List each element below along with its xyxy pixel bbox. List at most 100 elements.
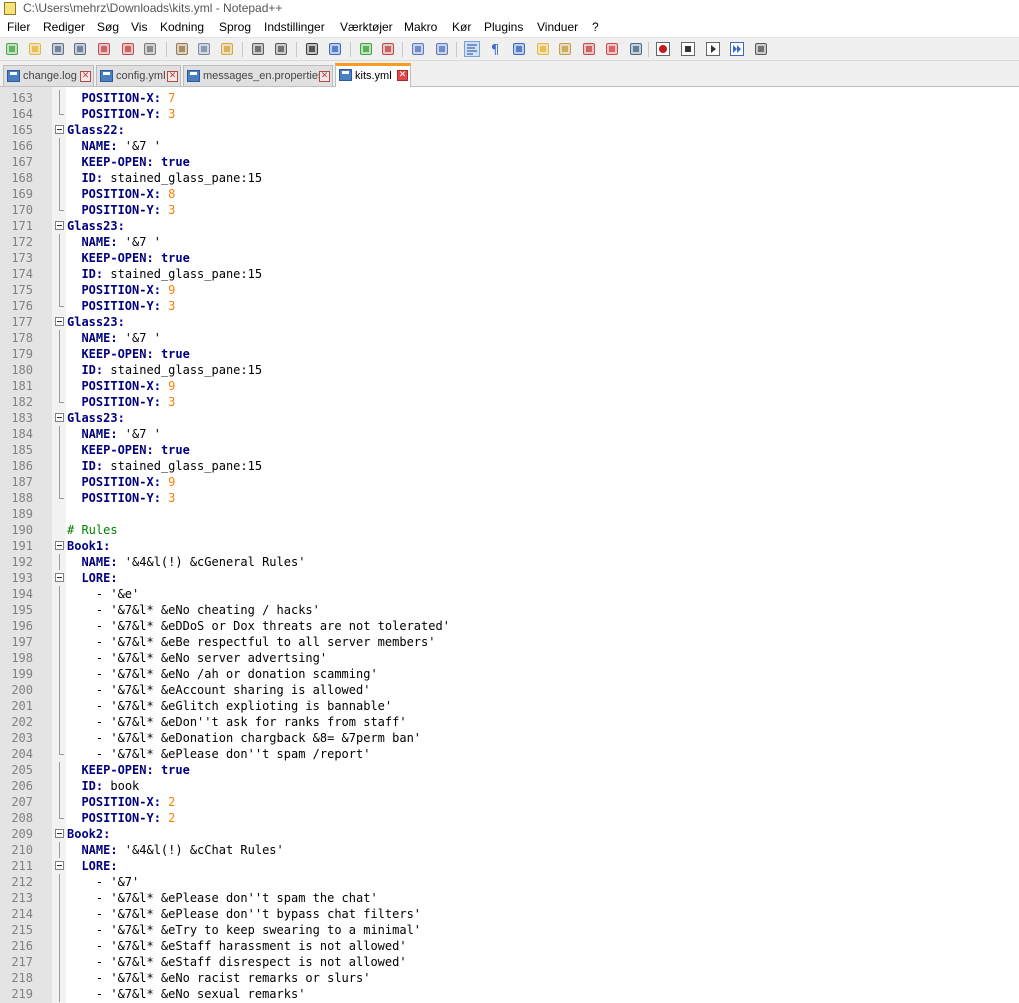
fold-collapse-icon[interactable]	[54, 826, 65, 842]
fold-collapse-icon[interactable]	[54, 314, 65, 330]
sync-horizontal-icon[interactable]	[434, 41, 450, 57]
code-line[interactable]: 217 - '&7&l* &eStaff disrespect is not a…	[0, 954, 1019, 970]
code-line[interactable]: 179 KEEP-OPEN: true	[0, 346, 1019, 362]
code-line[interactable]: 190 # Rules	[0, 522, 1019, 538]
stop-recording-icon[interactable]	[680, 41, 696, 57]
code-line[interactable]: 163 POSITION-X: 7	[0, 90, 1019, 106]
menu-værktøjer[interactable]: Værktøjer	[340, 17, 393, 37]
record-macro-icon[interactable]	[655, 41, 671, 57]
menu-filer[interactable]: Filer	[7, 17, 30, 37]
code-line[interactable]: 166 NAME: '&7 '	[0, 138, 1019, 154]
code-line[interactable]: 170 POSITION-Y: 3	[0, 202, 1019, 218]
show-all-characters-icon[interactable]: ¶	[487, 41, 503, 58]
code-line[interactable]: 186 ID: stained_glass_pane:15	[0, 458, 1019, 474]
monitoring-icon[interactable]	[628, 41, 644, 57]
code-line[interactable]: 218 - '&7&l* &eNo racist remarks or slur…	[0, 970, 1019, 986]
menu-rediger[interactable]: Rediger	[43, 17, 85, 37]
menu-vinduer[interactable]: Vinduer	[537, 17, 578, 37]
code-line[interactable]: 182 POSITION-Y: 3	[0, 394, 1019, 410]
code-line[interactable]: 183 Glass23:	[0, 410, 1019, 426]
word-wrap-icon[interactable]	[464, 41, 480, 57]
code-line[interactable]: 176 POSITION-Y: 3	[0, 298, 1019, 314]
code-line[interactable]: 208 POSITION-Y: 2	[0, 810, 1019, 826]
close-tab-icon[interactable]: ✕	[80, 71, 91, 82]
code-area[interactable]: 163 POSITION-X: 7 164 POSITION-Y: 3 165 Gla…	[0, 90, 1019, 1002]
code-line[interactable]: 187 POSITION-X: 9	[0, 474, 1019, 490]
run-macro-multiple-icon[interactable]	[729, 41, 745, 57]
code-line[interactable]: 209 Book2:	[0, 826, 1019, 842]
code-line[interactable]: 175 POSITION-X: 9	[0, 282, 1019, 298]
user-defined-language-icon[interactable]	[535, 41, 551, 57]
menu-plugins[interactable]: Plugins	[484, 17, 523, 37]
folder-as-workspace-icon[interactable]	[604, 41, 620, 57]
code-line[interactable]: 188 POSITION-Y: 3	[0, 490, 1019, 506]
code-line[interactable]: 171 Glass23:	[0, 218, 1019, 234]
indent-guide-icon[interactable]	[511, 41, 527, 57]
close-all-icon[interactable]	[120, 41, 136, 57]
close-tab-icon[interactable]: ✕	[397, 70, 408, 81]
save-icon[interactable]	[50, 41, 66, 57]
function-list-icon[interactable]	[581, 41, 597, 57]
fold-collapse-icon[interactable]	[54, 410, 65, 426]
code-line[interactable]: 207 POSITION-X: 2	[0, 794, 1019, 810]
fold-collapse-icon[interactable]	[54, 122, 65, 138]
code-line[interactable]: 178 NAME: '&7 '	[0, 330, 1019, 346]
save-macro-icon[interactable]	[753, 41, 769, 57]
close-icon[interactable]	[96, 41, 112, 57]
code-line[interactable]: 165 Glass22:	[0, 122, 1019, 138]
code-line[interactable]: 192 NAME: '&4&l(!) &cGeneral Rules'	[0, 554, 1019, 570]
code-line[interactable]: 198 - '&7&l* &eNo server advertsing'	[0, 650, 1019, 666]
code-line[interactable]: 202 - '&7&l* &eDon''t ask for ranks from…	[0, 714, 1019, 730]
code-line[interactable]: 200 - '&7&l* &eAccount sharing is allowe…	[0, 682, 1019, 698]
code-line[interactable]: 184 NAME: '&7 '	[0, 426, 1019, 442]
fold-collapse-icon[interactable]	[54, 218, 65, 234]
fold-collapse-icon[interactable]	[54, 858, 65, 874]
document-map-icon[interactable]	[557, 41, 573, 57]
paste-icon[interactable]	[219, 41, 235, 57]
menu-kodning[interactable]: Kodning	[160, 17, 204, 37]
editor[interactable]: 163 POSITION-X: 7 164 POSITION-Y: 3 165 Gla…	[0, 87, 1019, 1003]
replace-icon[interactable]	[327, 41, 343, 57]
code-line[interactable]: 203 - '&7&l* &eDonation chargback &8= &7…	[0, 730, 1019, 746]
code-line[interactable]: 215 - '&7&l* &eTry to keep swearing to a…	[0, 922, 1019, 938]
code-line[interactable]: 167 KEEP-OPEN: true	[0, 154, 1019, 170]
menu-sprog[interactable]: Sprog	[219, 17, 251, 37]
code-line[interactable]: 210 NAME: '&4&l(!) &cChat Rules'	[0, 842, 1019, 858]
undo-icon[interactable]	[250, 41, 266, 57]
code-line[interactable]: 219 - '&7&l* &eNo sexual remarks'	[0, 986, 1019, 1002]
code-line[interactable]: 180 ID: stained_glass_pane:15	[0, 362, 1019, 378]
menu-help[interactable]: ?	[592, 17, 599, 37]
code-line[interactable]: 168 ID: stained_glass_pane:15	[0, 170, 1019, 186]
close-tab-icon[interactable]: ✕	[319, 71, 330, 82]
code-line[interactable]: 181 POSITION-X: 9	[0, 378, 1019, 394]
playback-macro-icon[interactable]	[705, 41, 721, 57]
print-icon[interactable]	[142, 41, 158, 57]
sync-vertical-icon[interactable]	[410, 41, 426, 57]
open-file-icon[interactable]	[27, 41, 43, 57]
redo-icon[interactable]	[273, 41, 289, 57]
menu-indstillinger[interactable]: Indstillinger	[264, 17, 325, 37]
code-line[interactable]: 212 - '&7'	[0, 874, 1019, 890]
code-line[interactable]: 213 - '&7&l* &ePlease don''t spam the ch…	[0, 890, 1019, 906]
new-file-icon[interactable]	[4, 41, 20, 57]
code-line[interactable]: 189	[0, 506, 1019, 522]
tab-config-yml[interactable]: config.yml ✕	[96, 65, 181, 86]
code-line[interactable]: 199 - '&7&l* &eNo /ah or donation scammi…	[0, 666, 1019, 682]
tab-kits-yml[interactable]: kits.yml ✕	[335, 63, 411, 87]
code-line[interactable]: 211 LORE:	[0, 858, 1019, 874]
menu-makro[interactable]: Makro	[404, 17, 437, 37]
code-line[interactable]: 214 - '&7&l* &ePlease don''t bypass chat…	[0, 906, 1019, 922]
code-line[interactable]: 196 - '&7&l* &eDDoS or Dox threats are n…	[0, 618, 1019, 634]
code-line[interactable]: 185 KEEP-OPEN: true	[0, 442, 1019, 458]
code-line[interactable]: 173 KEEP-OPEN: true	[0, 250, 1019, 266]
zoom-in-icon[interactable]	[358, 41, 374, 57]
close-tab-icon[interactable]: ✕	[167, 71, 178, 82]
fold-collapse-icon[interactable]	[54, 570, 65, 586]
code-line[interactable]: 169 POSITION-X: 8	[0, 186, 1019, 202]
code-line[interactable]: 206 ID: book	[0, 778, 1019, 794]
code-line[interactable]: 201 - '&7&l* &eGlitch explioting is bann…	[0, 698, 1019, 714]
code-line[interactable]: 194 - '&e'	[0, 586, 1019, 602]
code-line[interactable]: 164 POSITION-Y: 3	[0, 106, 1019, 122]
tab-messages-en-properties[interactable]: messages_en.properties ✕	[183, 65, 333, 86]
code-line[interactable]: 177 Glass23:	[0, 314, 1019, 330]
